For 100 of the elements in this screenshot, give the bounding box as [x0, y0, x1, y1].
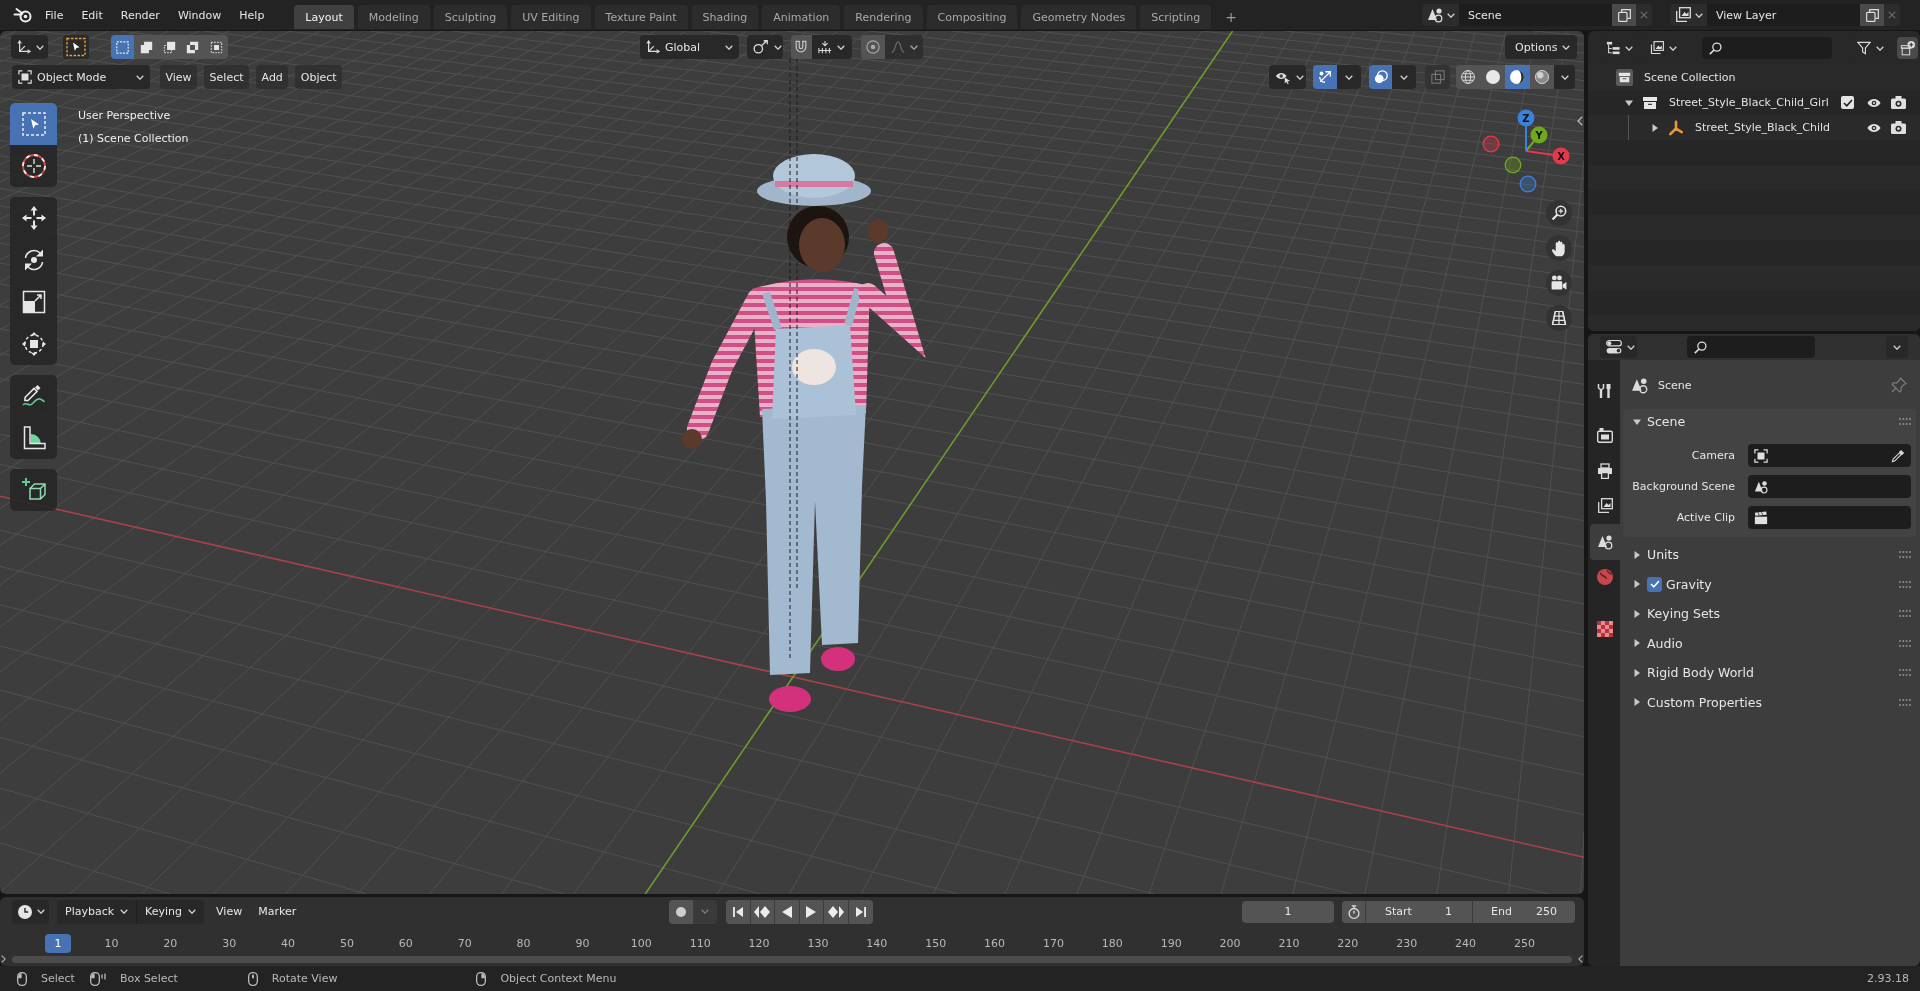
grip-dots-icon[interactable] — [1899, 418, 1911, 425]
overlay-dropdown[interactable] — [1392, 65, 1416, 89]
start-frame-field[interactable]: Start 1 — [1365, 900, 1472, 923]
playback-button[interactable] — [824, 899, 849, 924]
workspace-tab[interactable]: Scripting — [1140, 5, 1212, 29]
playback-button[interactable] — [848, 899, 874, 924]
mode-dropdown[interactable]: Object Mode — [12, 65, 150, 89]
add-workspace-button[interactable]: + — [1220, 5, 1242, 29]
workspace-tab[interactable]: UV Editing — [511, 5, 591, 29]
camera-picker-field[interactable] — [1748, 444, 1911, 467]
playback-button[interactable] — [750, 899, 776, 924]
workspace-tab[interactable]: Layout — [294, 5, 354, 29]
camera-icon[interactable] — [1891, 121, 1906, 134]
menu-item[interactable]: Render — [111, 4, 169, 26]
menu-item[interactable]: Select — [204, 65, 250, 89]
axis-handle[interactable] — [1504, 156, 1522, 174]
playback-button[interactable] — [775, 899, 800, 924]
checkbox[interactable] — [1647, 576, 1662, 592]
search-field[interactable] — [1687, 336, 1815, 358]
end-frame-field[interactable]: End 250 — [1472, 900, 1575, 923]
tree-item-label[interactable]: Street_Style_Black_Child_Girl — [1669, 96, 1829, 109]
chevron-left-icon[interactable] — [1578, 955, 1583, 963]
editor-type-dropdown[interactable] — [1600, 336, 1637, 358]
options-dropdown[interactable] — [1886, 336, 1908, 358]
duplicate-button[interactable] — [1612, 4, 1636, 26]
view-layer-name-field[interactable]: View Layer — [1707, 4, 1860, 26]
menu-item[interactable]: Help — [230, 4, 274, 26]
visibility-dropdown[interactable] — [1269, 65, 1306, 89]
editor-type-dropdown[interactable] — [12, 899, 49, 924]
current-frame-marker[interactable]: 1 — [45, 934, 71, 953]
new-collection-button[interactable] — [1897, 37, 1918, 59]
playback-button[interactable] — [799, 899, 825, 924]
tool-button[interactable] — [10, 469, 57, 511]
shading-mode-button[interactable] — [1480, 65, 1505, 89]
shading-mode-button[interactable] — [1456, 65, 1481, 89]
menu-item[interactable]: File — [36, 4, 73, 26]
select-box-icon[interactable] — [63, 35, 89, 59]
grid-icon[interactable] — [1546, 305, 1572, 331]
workspace-tab[interactable]: Sculpting — [433, 5, 508, 29]
scene-browse-button[interactable] — [1422, 4, 1459, 26]
menu-item[interactable]: Edit — [72, 4, 112, 26]
zoom-icon[interactable] — [1546, 200, 1572, 226]
grip-dots-icon[interactable] — [1899, 551, 1911, 559]
select-mode-button[interactable] — [204, 35, 228, 59]
gizmo-toggle[interactable] — [1313, 65, 1337, 89]
logo-icon[interactable] — [13, 7, 33, 23]
grip-dots-icon[interactable] — [1899, 639, 1911, 647]
grip-dots-icon[interactable] — [1899, 698, 1911, 706]
eye-icon[interactable] — [1867, 97, 1881, 108]
hand-icon[interactable] — [1546, 235, 1572, 261]
eyedropper-icon[interactable] — [1891, 448, 1905, 463]
menu-item[interactable]: Window — [168, 4, 231, 26]
select-mode-button[interactable] — [111, 35, 135, 59]
overlay-toggle[interactable] — [1369, 65, 1392, 89]
grip-dots-icon[interactable] — [1899, 669, 1911, 677]
axis-handle[interactable]: Z — [1517, 109, 1535, 127]
unlink-button[interactable] — [1884, 4, 1900, 26]
eye-icon[interactable] — [1867, 122, 1881, 133]
proportional-edit-toggle[interactable] — [860, 35, 885, 59]
camera-icon[interactable] — [1891, 96, 1906, 109]
tree-item-label[interactable]: Scene Collection — [1644, 71, 1736, 84]
snap-toggle[interactable] — [790, 35, 812, 59]
xray-toggle[interactable] — [1425, 65, 1450, 89]
shading-mode-button[interactable] — [1505, 65, 1530, 89]
grip-dots-icon[interactable] — [1899, 610, 1911, 618]
workspace-tab[interactable]: Modeling — [357, 5, 430, 29]
orientation-dropdown[interactable]: Global — [639, 35, 739, 59]
falloff-dropdown[interactable] — [884, 35, 923, 59]
chevron-left-icon[interactable] — [1577, 116, 1583, 126]
menu-item[interactable]: Marker — [254, 899, 301, 924]
scene-picker-field[interactable] — [1748, 475, 1911, 498]
pin-icon[interactable] — [1891, 377, 1907, 393]
tree-item-label[interactable]: Street_Style_Black_Child — [1695, 121, 1831, 134]
workspace-tab[interactable]: Compositing — [926, 5, 1018, 29]
snap-element-dropdown[interactable] — [811, 35, 852, 59]
checkbox[interactable] — [1841, 96, 1854, 109]
properties-tab[interactable] — [1590, 524, 1620, 560]
chevron-right-icon[interactable] — [1, 955, 6, 963]
workspace-tab[interactable]: Geometry Nodes — [1021, 5, 1137, 29]
workspace-tab[interactable]: Rendering — [844, 5, 923, 29]
workspace-tab[interactable]: Animation — [762, 5, 841, 29]
current-frame-field[interactable]: 1 — [1242, 900, 1334, 923]
axis-handle[interactable] — [1482, 135, 1500, 153]
menu-item[interactable]: Add — [256, 65, 289, 89]
clip-picker-field[interactable] — [1748, 506, 1911, 529]
preview-range-toggle[interactable] — [1342, 900, 1365, 923]
transform-dropdown[interactable] — [11, 35, 48, 59]
menu-dropdown[interactable]: Playback — [57, 899, 137, 924]
menu-item[interactable]: Object — [295, 65, 343, 89]
axis-handle[interactable] — [1519, 175, 1537, 193]
shading-mode-button[interactable] — [1529, 65, 1554, 89]
duplicate-button[interactable] — [1860, 4, 1884, 26]
playback-button[interactable] — [726, 899, 751, 924]
search-field[interactable] — [1702, 37, 1832, 59]
grip-dots-icon[interactable] — [1899, 580, 1911, 588]
pivot-dropdown[interactable] — [746, 35, 783, 59]
workspace-tab[interactable]: Texture Paint — [594, 5, 688, 29]
view-layer-browse-button[interactable] — [1670, 4, 1707, 26]
collapse-arrow-icon[interactable] — [1625, 98, 1633, 107]
expand-arrow-icon[interactable] — [1651, 123, 1659, 132]
